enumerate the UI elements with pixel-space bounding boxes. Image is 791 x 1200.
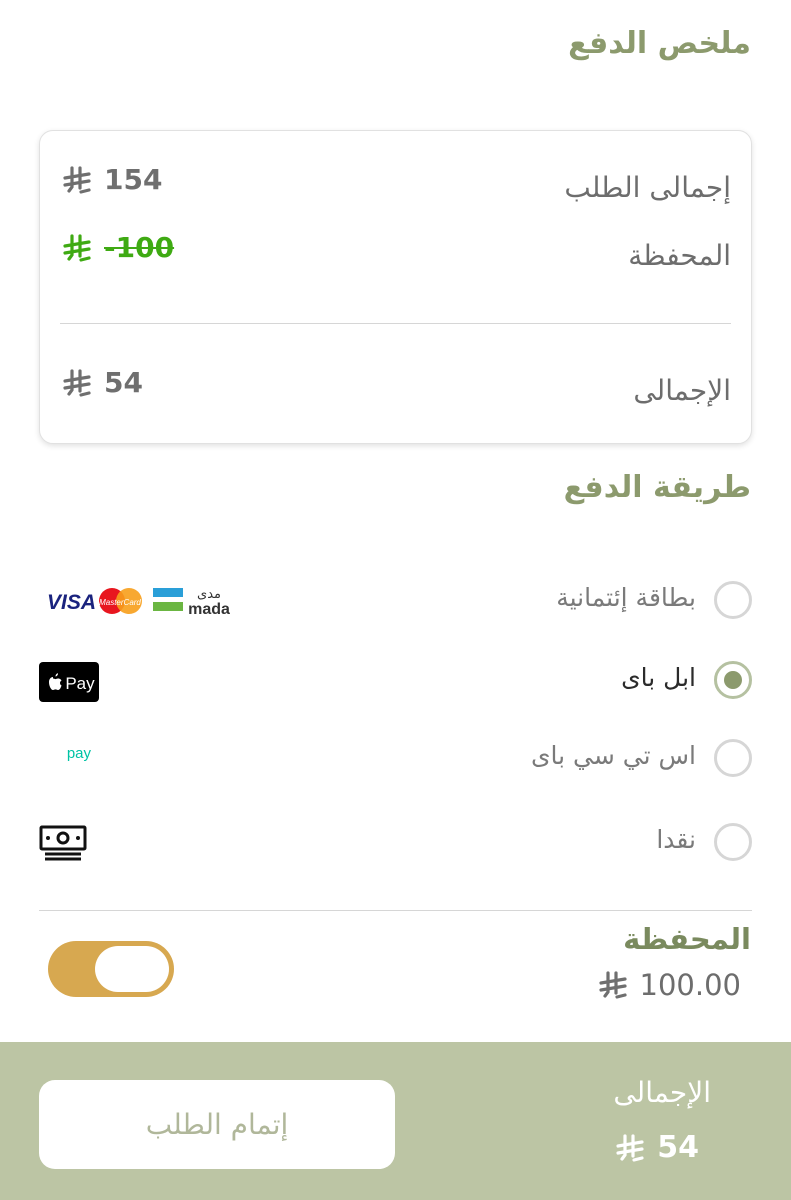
wallet-balance: 100.00 [598,968,741,1002]
wallet-deduction-label: المحفظة [628,239,731,272]
order-total-value: 154 [104,163,163,196]
section-divider [39,910,752,911]
riyal-icon [62,368,92,398]
payment-method-stc-pay[interactable]: اس تي سي باى stc pay [1,736,752,786]
svg-text:mada: mada [188,601,230,618]
mada-logo-icon: مدى mada [153,587,230,618]
payment-method-title: طريقة الدفع [563,470,751,505]
payment-method-credit-card[interactable]: بطاقة إئتمانية VISA MasterCard مدى mada [39,578,752,628]
radio-apple-pay[interactable] [714,661,752,699]
riyal-icon [598,970,628,1000]
payment-method-cash[interactable]: نقدا [39,820,752,870]
riyal-icon [615,1133,645,1163]
wallet-deduction-value: -100 [104,231,175,264]
radio-cash[interactable] [714,823,752,861]
riyal-icon [62,165,92,195]
visa-logo-icon: VISA [47,591,96,614]
complete-order-button[interactable]: إتمام الطلب [39,1080,395,1169]
radio-stc-pay[interactable] [714,739,752,777]
radio-credit-card[interactable] [714,581,752,619]
mastercard-logo-icon: MasterCard [99,588,142,614]
cash-label: نقدا [656,825,696,854]
payment-page: ملخص الدفع إجمالى الطلب 154 المحفظة -100… [0,0,791,1200]
payment-summary-card: إجمالى الطلب 154 المحفظة -100 الإجمالى 5… [39,130,752,444]
order-total-value-group: 154 [62,163,162,196]
payment-method-apple-pay[interactable]: ابل باى Pay [39,658,752,708]
wallet-deduction-value-group: -100 [62,231,174,264]
svg-text:مدى: مدى [197,587,221,602]
order-total-label: إجمالى الطلب [564,171,731,204]
cash-icon [39,824,87,868]
grand-total-value-group: 54 [62,366,143,399]
apple-pay-label: ابل باى [621,663,696,692]
svg-text:Pay: Pay [65,674,95,693]
stc-pay-logo-icon: stc pay [1,740,123,780]
riyal-icon [62,233,92,263]
svg-text:pay: pay [67,745,92,762]
checkout-bar: الإجمالى 54 إتمام الطلب [0,1042,791,1200]
wallet-balance-value: 100.00 [639,968,741,1002]
wallet-deduction-row: المحفظة -100 [40,229,751,289]
credit-card-label: بطاقة إئتمانية [556,583,696,612]
order-total-row: إجمالى الطلب 154 [40,161,751,221]
checkout-total-value-group: 54 [615,1130,699,1165]
wallet-title: المحفظة [623,922,751,956]
grand-total-row: الإجمالى 54 [40,364,751,424]
grand-total-value: 54 [104,366,143,399]
grand-total-label: الإجمالى [633,374,731,407]
checkout-total-value: 54 [657,1130,699,1165]
wallet-toggle-knob [95,946,169,992]
apple-pay-logo-icon: Pay [39,662,99,706]
svg-text:MasterCard: MasterCard [99,598,141,607]
payment-summary-title: ملخص الدفع [568,26,751,61]
stc-pay-label: اس تي سي باى [530,741,696,770]
card-logos: VISA MasterCard مدى mada [39,582,231,622]
wallet-toggle[interactable] [48,941,174,997]
card-divider [60,323,731,324]
checkout-total-label: الإجمالى [613,1076,711,1109]
